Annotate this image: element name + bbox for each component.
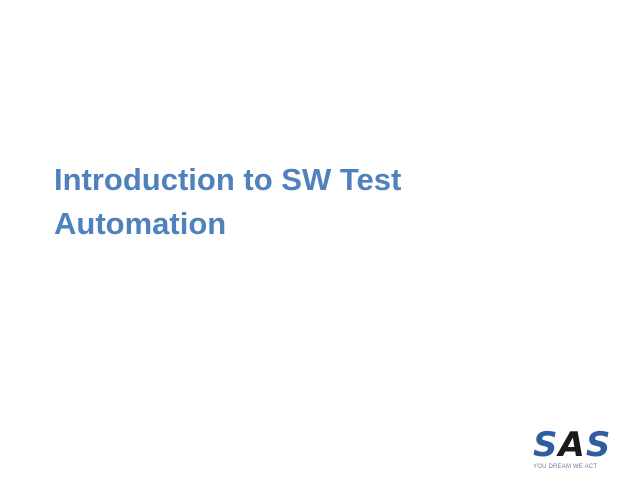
slide-title-line-2: Automation — [54, 206, 227, 241]
logo-mark: S A S — [533, 428, 619, 462]
logo-letter-2: A — [558, 425, 586, 465]
logo-letter-3: S — [585, 425, 612, 465]
slide: Introduction to SW Test Automation S A S… — [0, 0, 638, 479]
slide-title-line-1: Introduction to SW Test — [54, 162, 402, 197]
slide-title: Introduction to SW Test Automation — [54, 158, 494, 246]
logo-letter-1: S — [533, 425, 559, 465]
sas-logo: S A S YOU DREAM WE ACT — [533, 428, 619, 472]
